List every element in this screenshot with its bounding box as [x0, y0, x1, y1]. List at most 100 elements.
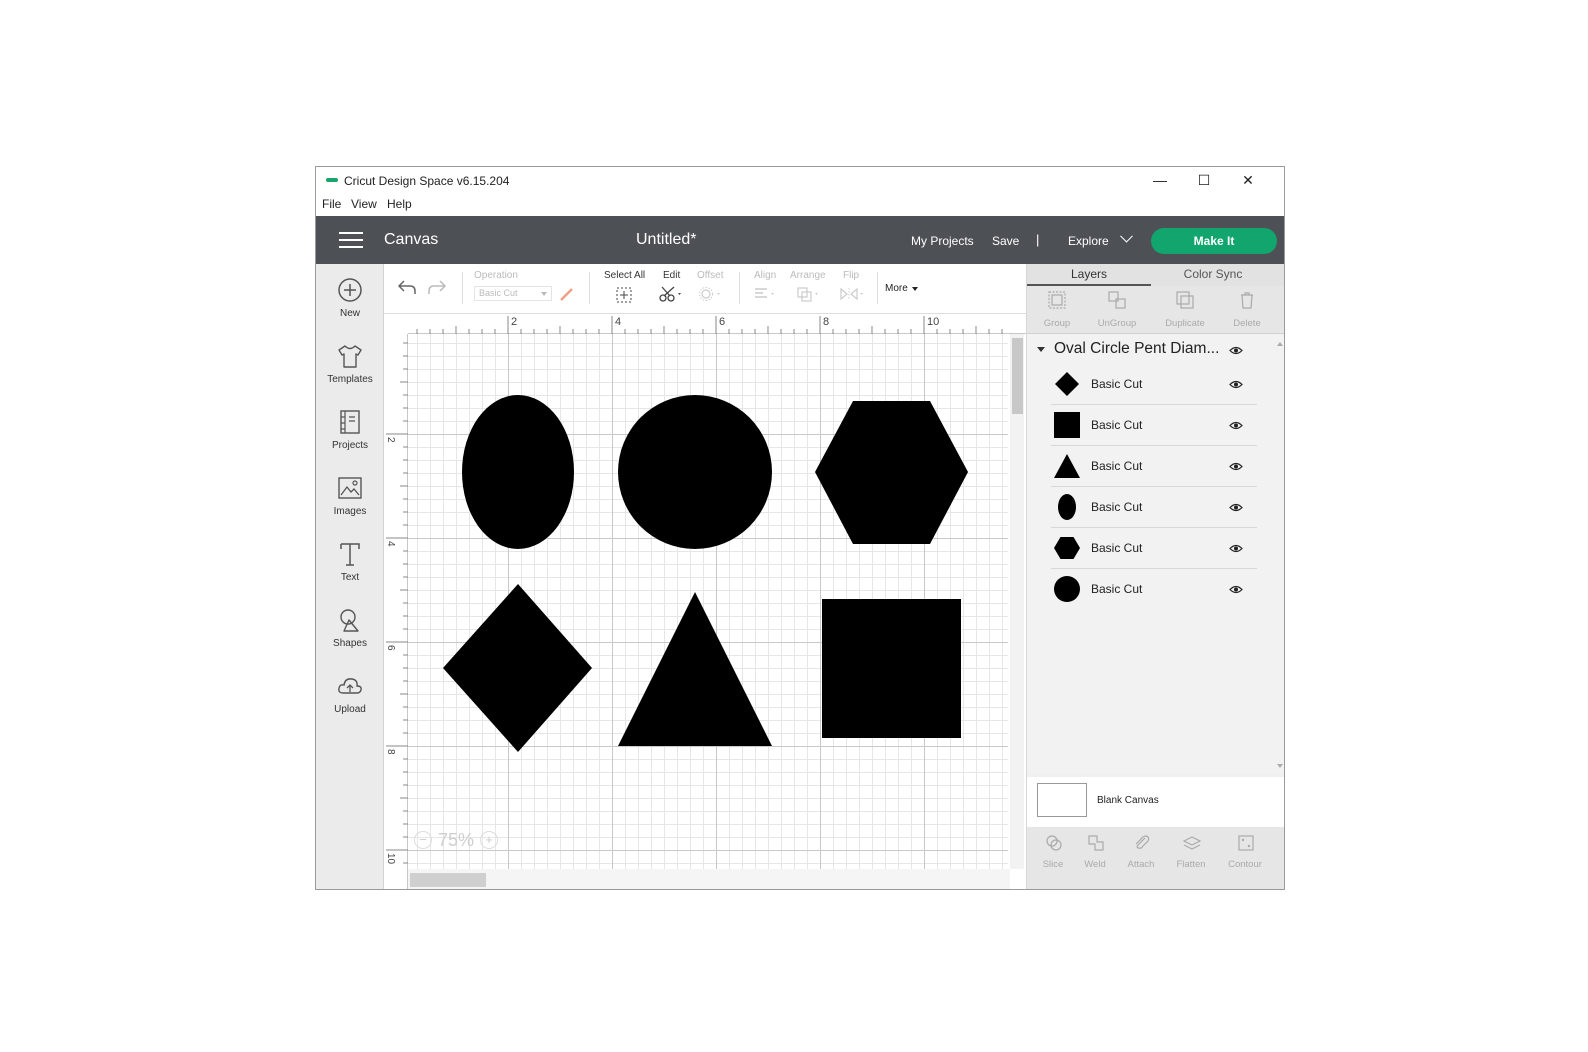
- sidebar-item-upload[interactable]: Upload: [316, 664, 384, 724]
- make-it-button[interactable]: Make It: [1151, 228, 1277, 254]
- layer-row-diamond[interactable]: Basic Cut: [1051, 364, 1257, 405]
- toolbar-divider: [877, 272, 878, 304]
- redo-icon[interactable]: [426, 278, 448, 296]
- minimize-button[interactable]: —: [1138, 167, 1182, 193]
- ungroup-icon: [1108, 291, 1126, 309]
- close-button[interactable]: ✕: [1226, 167, 1270, 193]
- layer-row-oval[interactable]: Basic Cut: [1051, 487, 1257, 528]
- layer-name: Basic Cut: [1091, 377, 1143, 391]
- slice-icon: [1046, 835, 1062, 851]
- pen-color-icon[interactable]: [559, 286, 575, 302]
- sidebar-item-shapes[interactable]: Shapes: [316, 598, 384, 658]
- duplicate-button[interactable]: Duplicate: [1155, 286, 1215, 334]
- save-button[interactable]: Save: [992, 234, 1019, 248]
- edit-scissors-icon[interactable]: [658, 285, 684, 303]
- design-canvas[interactable]: 2 4 6 8 10 2 4 6 8 10 − 75% +: [384, 314, 1026, 889]
- sidebar-item-projects[interactable]: Projects: [316, 400, 384, 460]
- chevron-down-icon: [541, 292, 547, 296]
- undo-icon[interactable]: [396, 278, 418, 296]
- chevron-down-icon[interactable]: [1120, 229, 1133, 243]
- ungroup-button[interactable]: UnGroup: [1087, 286, 1147, 334]
- select-all-icon[interactable]: [615, 286, 633, 304]
- my-projects-link[interactable]: My Projects: [911, 234, 974, 248]
- duplicate-icon: [1176, 291, 1194, 309]
- eye-icon[interactable]: [1229, 503, 1243, 512]
- delete-button[interactable]: Delete: [1217, 286, 1277, 334]
- tab-color-sync[interactable]: Color Sync: [1151, 264, 1275, 286]
- edit-toolbar: Operation Basic Cut Select All Edit Offs…: [384, 264, 1026, 314]
- horizontal-scroll-thumb[interactable]: [410, 873, 486, 887]
- notebook-icon: [340, 410, 360, 434]
- blank-canvas-swatch[interactable]: [1037, 783, 1087, 817]
- hamburger-menu-icon[interactable]: [339, 232, 363, 249]
- layer-row-triangle[interactable]: Basic Cut: [1051, 446, 1257, 487]
- group-button[interactable]: Group: [1027, 286, 1087, 334]
- menu-view[interactable]: View: [351, 197, 377, 211]
- sidebar-item-new[interactable]: New: [316, 268, 384, 328]
- canvas-grid[interactable]: [408, 334, 1008, 869]
- ruler-top-label: 6: [719, 316, 725, 328]
- layer-actions-bar: Slice Weld Attach Flatten Contour: [1027, 827, 1284, 889]
- oval-shape[interactable]: [462, 395, 574, 549]
- attach-button[interactable]: Attach: [1115, 831, 1167, 881]
- layer-row-square[interactable]: Basic Cut: [1051, 405, 1257, 446]
- menu-help[interactable]: Help: [387, 197, 412, 211]
- scroll-down-icon[interactable]: [1277, 764, 1283, 768]
- zoom-control: − 75% +: [414, 828, 499, 852]
- eye-icon[interactable]: [1229, 585, 1243, 594]
- trash-icon: [1241, 292, 1253, 309]
- plus-circle-icon: [338, 278, 362, 302]
- square-shape[interactable]: [822, 599, 961, 738]
- eye-icon[interactable]: [1229, 544, 1243, 553]
- eye-icon[interactable]: [1229, 346, 1243, 355]
- horizontal-scrollbar[interactable]: [408, 869, 1010, 889]
- circle-shape[interactable]: [618, 395, 772, 549]
- explore-dropdown[interactable]: Explore: [1068, 234, 1109, 248]
- menu-file[interactable]: File: [322, 197, 341, 211]
- offset-label: Offset: [697, 270, 724, 281]
- ruler-top-label: 8: [823, 316, 829, 328]
- caret-down-icon[interactable]: [1037, 347, 1045, 352]
- zoom-in-button[interactable]: +: [480, 831, 499, 849]
- document-title: Untitled*: [636, 231, 697, 248]
- hexagon-shape[interactable]: [815, 401, 968, 544]
- maximize-button[interactable]: ☐: [1182, 167, 1226, 193]
- vertical-scroll-thumb[interactable]: [1012, 338, 1023, 414]
- ruler-left: 2 4 6 8 10: [384, 334, 408, 889]
- align-icon[interactable]: [752, 286, 778, 302]
- layers-scrollbar[interactable]: [1275, 334, 1284, 774]
- tab-layers[interactable]: Layers: [1027, 264, 1151, 286]
- arrange-icon[interactable]: [796, 286, 822, 302]
- ruler-top-label: 4: [615, 316, 621, 328]
- select-all-label: Select All: [604, 270, 646, 281]
- layer-group-row[interactable]: Oval Circle Pent Diam...: [1027, 334, 1275, 364]
- chevron-down-icon[interactable]: [912, 287, 918, 291]
- sidebar-item-images[interactable]: Images: [316, 466, 384, 526]
- vertical-scrollbar[interactable]: [1010, 334, 1024, 869]
- sidebar-item-text[interactable]: Text: [316, 532, 384, 592]
- more-button[interactable]: More: [885, 283, 908, 294]
- flatten-button[interactable]: Flatten: [1165, 831, 1217, 881]
- contour-icon: [1238, 835, 1254, 851]
- eye-icon[interactable]: [1229, 380, 1243, 389]
- zoom-out-button[interactable]: −: [414, 831, 432, 849]
- duplicate-label: Duplicate: [1165, 318, 1205, 329]
- flip-icon[interactable]: [838, 286, 866, 302]
- triangle-shape[interactable]: [618, 592, 772, 746]
- sidebar-item-templates[interactable]: Templates: [316, 334, 384, 394]
- layer-tools: Group UnGroup Duplicate Delete: [1027, 286, 1284, 334]
- eye-icon[interactable]: [1229, 462, 1243, 471]
- layer-row-hexagon[interactable]: Basic Cut: [1051, 528, 1257, 569]
- operation-select[interactable]: Basic Cut: [474, 286, 552, 301]
- layer-row-circle[interactable]: Basic Cut: [1051, 569, 1257, 610]
- text-t-icon: [340, 543, 360, 566]
- eye-icon[interactable]: [1229, 421, 1243, 430]
- contour-button[interactable]: Contour: [1219, 831, 1271, 881]
- flatten-icon: [1182, 836, 1202, 850]
- scroll-up-icon[interactable]: [1277, 342, 1283, 346]
- offset-icon[interactable]: [698, 286, 724, 302]
- diamond-shape[interactable]: [443, 584, 592, 752]
- tshirt-icon: [338, 345, 362, 368]
- weld-button[interactable]: Weld: [1069, 831, 1121, 881]
- align-label: Align: [754, 270, 777, 281]
